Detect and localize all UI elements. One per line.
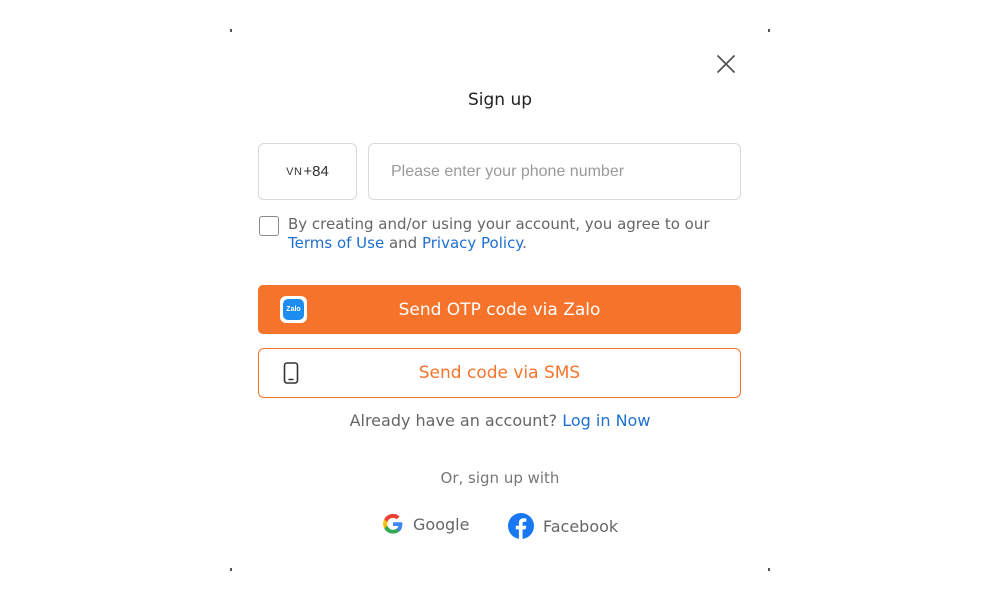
modal-corner-mark — [768, 568, 770, 571]
agree-terms-checkbox[interactable] — [259, 216, 279, 236]
send-code-sms-label: Send code via SMS — [418, 363, 581, 383]
modal-corner-mark — [230, 568, 232, 571]
google-signup-button[interactable]: Google — [382, 513, 469, 535]
facebook-icon — [508, 513, 534, 539]
close-icon[interactable] — [715, 53, 737, 75]
agreement-and: and — [384, 234, 422, 252]
agreement-end: . — [522, 234, 527, 252]
login-prompt-text: Already have an account? — [349, 411, 558, 430]
dial-code: +84 — [303, 163, 329, 180]
zalo-icon-text: Zalo — [283, 299, 304, 320]
agreement-text: By creating and/or using your account, y… — [288, 215, 748, 253]
privacy-policy-link[interactable]: Privacy Policy — [422, 234, 522, 252]
signup-modal: Sign up VN+84 By creating and/or using y… — [230, 29, 770, 571]
modal-corner-mark — [768, 29, 770, 32]
log-in-now-link[interactable]: Log in Now — [562, 411, 650, 430]
country-code-selector[interactable]: VN +84 — [258, 143, 357, 200]
social-signup-heading: Or, sign up with — [440, 469, 560, 487]
google-label: Google — [413, 514, 470, 534]
facebook-label: Facebook — [543, 516, 619, 536]
modal-title: Sign up — [467, 90, 533, 110]
country-code: VN — [286, 165, 303, 178]
facebook-signup-button[interactable]: Facebook — [508, 513, 618, 539]
send-code-sms-button[interactable]: Send code via SMS — [258, 348, 741, 398]
login-prompt-row: Already have an account? Log in Now — [231, 411, 769, 430]
zalo-icon: Zalo — [280, 296, 307, 323]
mobile-phone-icon — [283, 362, 299, 384]
modal-corner-mark — [230, 29, 232, 32]
send-otp-zalo-label: Send OTP code via Zalo — [398, 299, 601, 320]
terms-of-use-link[interactable]: Terms of Use — [288, 234, 384, 252]
phone-number-input[interactable] — [368, 143, 741, 200]
send-otp-zalo-button[interactable]: Zalo Send OTP code via Zalo — [258, 285, 741, 334]
agreement-prefix: By creating and/or using your account, y… — [288, 215, 710, 233]
google-icon — [383, 513, 403, 534]
close-button[interactable] — [715, 53, 737, 75]
